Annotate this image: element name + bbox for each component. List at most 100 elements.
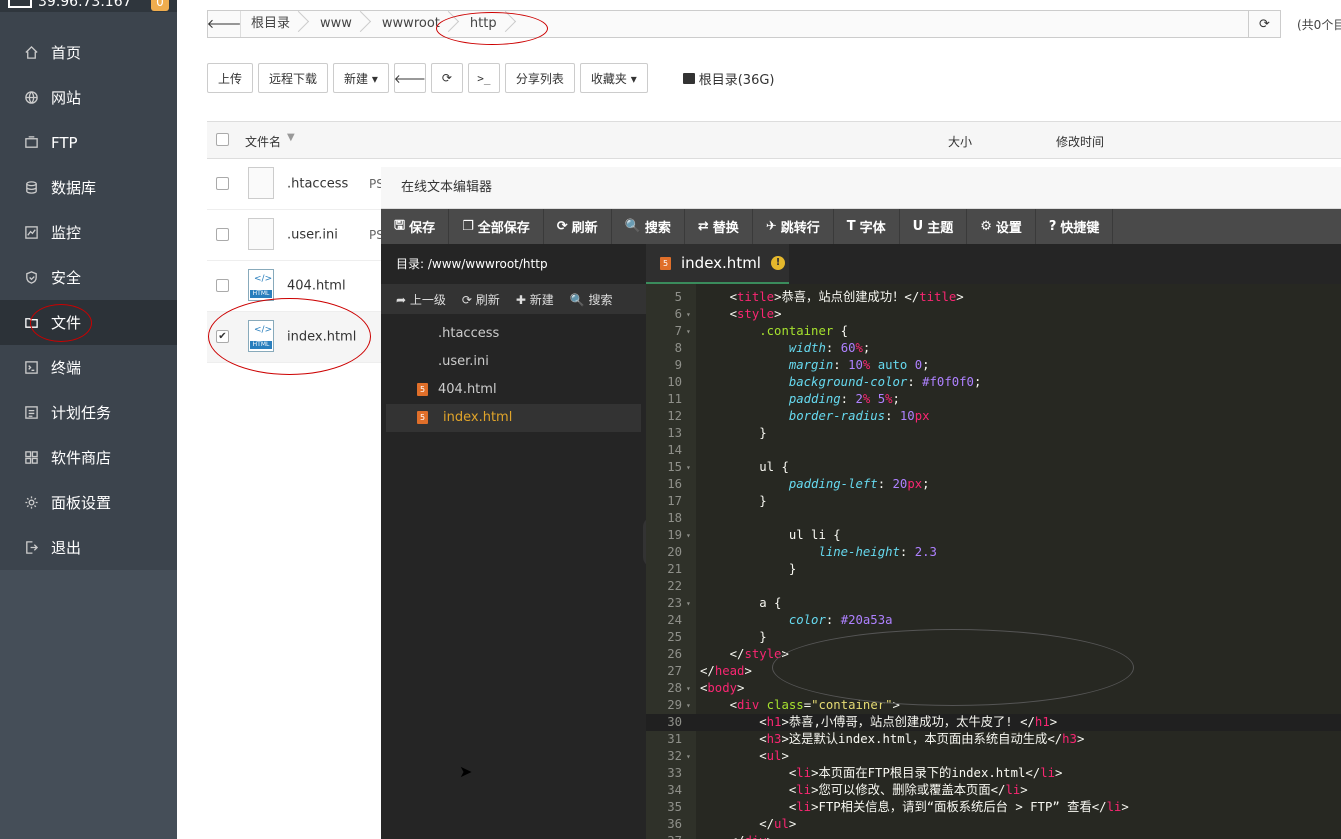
sidebar-item-10[interactable]: 面板设置	[0, 480, 177, 525]
editor-file-item[interactable]: 5 index.html	[386, 404, 641, 432]
editor-replace-button[interactable]: ⇄ 替换	[685, 209, 753, 244]
back-icon[interactable]: 🡐	[394, 63, 426, 93]
code-text: </ul>	[759, 817, 797, 831]
editor-file-item[interactable]: 5 404.html	[381, 376, 646, 404]
dir-refresh-button[interactable]: ⟳ 刷新	[462, 291, 500, 308]
breadcrumb-www[interactable]: www	[310, 11, 372, 37]
fold-arrow-icon[interactable]: ▾	[686, 748, 691, 765]
code-line: 12 border-radius: 10px	[646, 408, 1341, 425]
upload-button[interactable]: 上传	[207, 63, 254, 93]
editor-copy-button[interactable]: ❐ 全部保存	[449, 209, 544, 244]
sidebar-item-label: 网站	[51, 89, 82, 107]
row-checkbox[interactable]	[216, 228, 229, 241]
refresh-icon[interactable]: ⟳	[1248, 11, 1280, 37]
editor-button-label: 跳转行	[780, 221, 820, 236]
editor-title[interactable]: 在线文本编辑器	[381, 167, 1341, 209]
sidebar-item-5[interactable]: 安全	[0, 255, 177, 300]
file-name[interactable]: 404.html	[287, 279, 346, 294]
file-icon	[248, 167, 274, 199]
code-text: <body>	[700, 681, 745, 695]
disk-label: 根目录(36G)	[698, 72, 775, 88]
size-column-header[interactable]: 大小	[948, 133, 972, 150]
code-text: }	[759, 426, 767, 440]
search-icon: 🔍	[569, 292, 585, 307]
code-line: 36 </ul>	[646, 816, 1341, 833]
share-list-button[interactable]: 分享列表	[504, 63, 575, 93]
row-checkbox[interactable]	[216, 177, 229, 190]
fold-arrow-icon[interactable]: ▾	[686, 527, 691, 544]
sort-down-icon[interactable]: ▼	[287, 132, 295, 143]
editor-file-item[interactable]: .user.ini	[381, 348, 646, 376]
disk-root[interactable]: 根目录(36G)	[682, 69, 775, 88]
fold-arrow-icon[interactable]: ▾	[686, 323, 691, 340]
tab-index-html[interactable]: 5 index.html !	[646, 244, 789, 284]
sidebar-item-label: 面板设置	[51, 494, 112, 512]
new-dropdown-button[interactable]: 新建 ▾	[333, 63, 389, 93]
sidebar-item-0[interactable]: 首页	[0, 30, 177, 75]
font-icon: T	[846, 219, 856, 234]
back-arrow-icon[interactable]: 🡐	[207, 11, 241, 37]
terminal-icon[interactable]: >_	[467, 63, 500, 93]
editor-jump-button[interactable]: ✈ 跳转行	[753, 209, 834, 244]
jump-icon: ✈	[765, 219, 777, 234]
row-checkbox[interactable]	[216, 279, 229, 292]
code-line: 24 color: #20a53a	[646, 612, 1341, 629]
editor-help-button[interactable]: ? 快捷键	[1036, 209, 1114, 244]
file-name[interactable]: .user.ini	[287, 228, 338, 243]
fold-arrow-icon[interactable]: ▾	[686, 595, 691, 612]
code-text: <h1>恭喜,小傅哥，站点创建成功，太牛皮了! </h1>	[759, 715, 1058, 729]
code-text: </head>	[700, 664, 752, 678]
file-name[interactable]: .htaccess	[287, 177, 348, 192]
dir-up-button[interactable]: ➦ 上一级	[396, 291, 446, 308]
dir-search-button[interactable]: 🔍 搜索	[570, 291, 613, 308]
sidebar-item-8[interactable]: 计划任务	[0, 390, 177, 435]
editor-theme-button[interactable]: U 主题	[900, 209, 968, 244]
remote-download-button[interactable]: 远程下载	[258, 63, 329, 93]
editor-font-button[interactable]: T 字体	[834, 209, 900, 244]
fold-arrow-icon[interactable]: ▾	[686, 306, 691, 323]
theme-icon: U	[912, 219, 924, 234]
editor-directory-path: 目录: /www/wwwroot/http	[396, 257, 548, 271]
modified-column-header[interactable]: 修改时间	[1056, 133, 1104, 150]
arrow-icon: ➦	[396, 292, 407, 307]
editor-button-label: 主题	[927, 221, 954, 236]
code-line: 10 background-color: #f0f0f0;	[646, 374, 1341, 391]
editor-refresh-button[interactable]: ⟳ 刷新	[544, 209, 612, 244]
html5-icon: 5	[417, 411, 428, 424]
code-line: 9 margin: 10% auto 0;	[646, 357, 1341, 374]
code-line: 7 ▾ .container {	[646, 323, 1341, 340]
shield-icon	[24, 270, 39, 285]
sidebar-item-label: 监控	[51, 224, 82, 242]
code-area[interactable]: 5 <title>恭喜，站点创建成功！</title> 6 ▾ <style> 7 ▾ …	[646, 284, 1341, 839]
refresh-icon[interactable]: ⟳	[430, 63, 463, 93]
disk-icon	[682, 72, 695, 84]
tab-label: index.html	[681, 254, 761, 272]
editor-save-button[interactable]: 🖫 保存	[381, 209, 450, 244]
select-all-checkbox[interactable]	[216, 133, 229, 146]
sidebar-item-2[interactable]: FTP	[0, 120, 177, 165]
code-text: padding-left: 20px;	[788, 477, 930, 491]
name-column-header[interactable]: 文件名	[245, 133, 281, 150]
breadcrumb-root[interactable]: 根目录	[241, 11, 310, 37]
fold-arrow-icon[interactable]: ▾	[686, 697, 691, 714]
dir-new-button[interactable]: ✚ 新建	[516, 291, 554, 308]
editor-settings-button[interactable]: ⚙ 设置	[967, 209, 1036, 244]
editor-search-button[interactable]: 🔍 搜索	[612, 209, 685, 244]
sidebar-item-3[interactable]: 数据库	[0, 165, 177, 210]
fold-arrow-icon[interactable]: ▾	[686, 680, 691, 697]
sidebar-item-7[interactable]: 终端	[0, 345, 177, 390]
sidebar-item-9[interactable]: 软件商店	[0, 435, 177, 480]
line-number: 11	[667, 392, 682, 406]
code-text: <li>FTP相关信息，请到“面板系统后台 > FTP” 查看</li>	[788, 800, 1129, 814]
sidebar-item-1[interactable]: 网站	[0, 75, 177, 120]
line-number: 37	[646, 833, 682, 839]
notification-badge[interactable]: 0	[151, 0, 169, 11]
fold-arrow-icon[interactable]: ▾	[686, 459, 691, 476]
sidebar-item-label: 软件商店	[51, 449, 112, 467]
terminal-icon	[24, 360, 39, 375]
save-icon: 🖫	[394, 217, 406, 233]
editor-file-item[interactable]: .htaccess	[381, 320, 646, 348]
sidebar-item-4[interactable]: 监控	[0, 210, 177, 255]
favorites-dropdown-button[interactable]: 收藏夹 ▾	[579, 63, 648, 93]
sidebar-item-11[interactable]: 退出	[0, 525, 177, 570]
